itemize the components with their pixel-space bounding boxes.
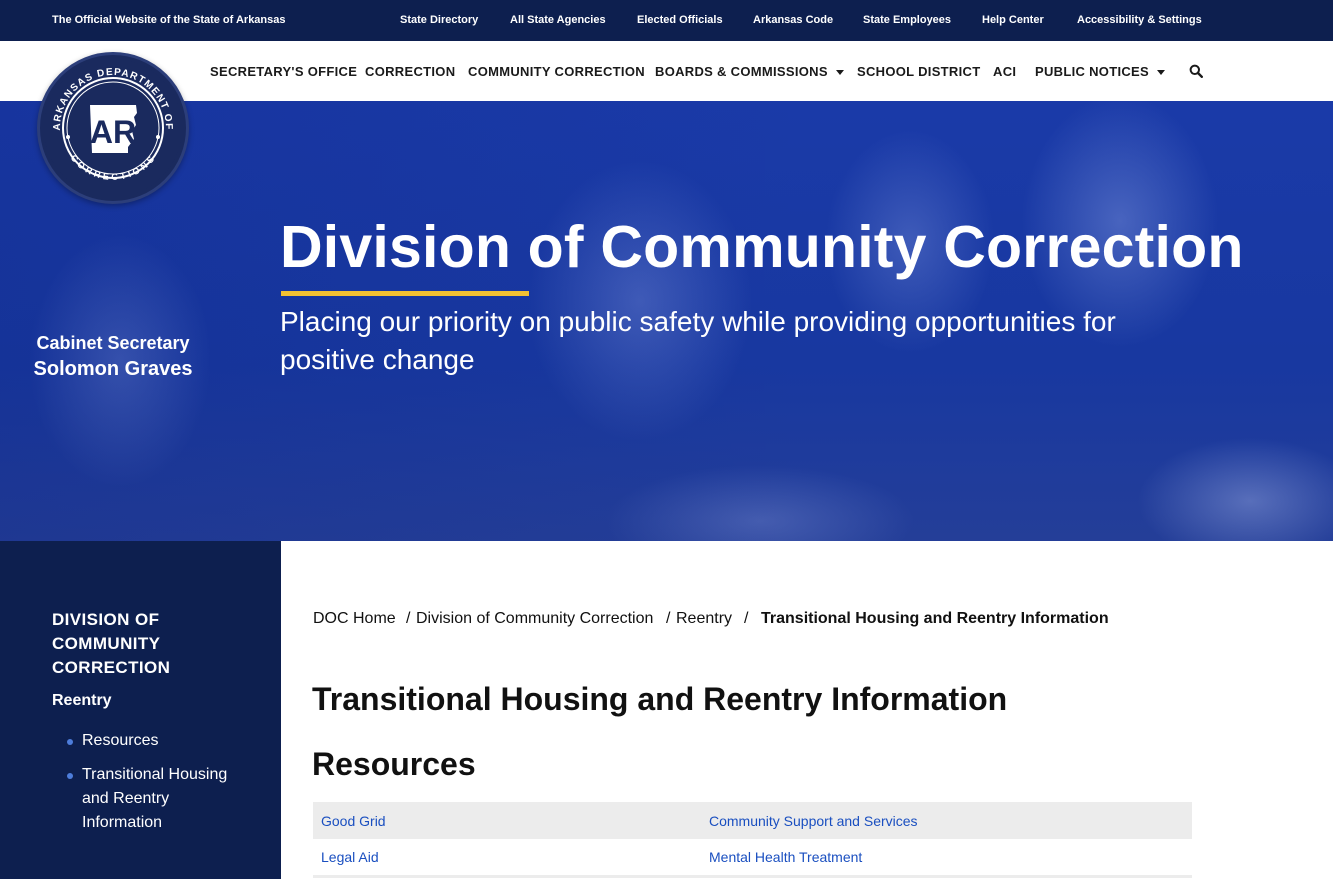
hero-banner: Division of Community Correction Placing… [0, 101, 1333, 541]
nav-label: PUBLIC NOTICES [1035, 64, 1149, 79]
resources-heading: Resources [312, 746, 476, 782]
mental-health-link[interactable]: Mental Health Treatment [709, 849, 862, 865]
community-support-link[interactable]: Community Support and Services [709, 813, 918, 829]
breadcrumb-current: Transitional Housing and Reentry Informa… [761, 610, 1109, 627]
sidebar-item-transitional-housing[interactable]: Transitional Housing and Reentry Informa… [67, 763, 252, 835]
breadcrumb-separator: / [666, 610, 671, 627]
table-cell: Legal Aid [313, 839, 701, 878]
resources-table: Good Grid Community Support and Services… [313, 802, 1192, 878]
table-cell: Community Support and Services [701, 802, 1192, 839]
elected-officials-link[interactable]: Elected Officials [637, 14, 723, 26]
good-grid-link[interactable]: Good Grid [321, 813, 386, 829]
breadcrumb-home[interactable]: DOC Home [313, 610, 396, 628]
sidebar-item-label: Transitional Housing and Reentry Informa… [82, 766, 228, 831]
nav-label: BOARDS & COMMISSIONS [655, 64, 828, 79]
legal-aid-link[interactable]: Legal Aid [321, 849, 379, 865]
svg-text:AR: AR [90, 114, 136, 150]
secretary-title: Cabinet Secretary [36, 333, 190, 353]
help-center-link[interactable]: Help Center [982, 14, 1044, 26]
hero-accent-bar [281, 291, 529, 296]
department-logo[interactable]: ARKANSAS DEPARTMENT OF CORRECTIONS AR [37, 52, 189, 204]
nav-school-district[interactable]: SCHOOL DISTRICT [857, 64, 980, 79]
nav-boards-commissions[interactable]: BOARDS & COMMISSIONS [655, 64, 844, 79]
seal-graphic: ARKANSAS DEPARTMENT OF CORRECTIONS AR [44, 59, 182, 197]
nav-label: SCHOOL DISTRICT [857, 64, 981, 79]
nav-label: ACI [993, 64, 1017, 79]
page-title: Transitional Housing and Reentry Informa… [312, 681, 1008, 717]
sidebar-heading[interactable]: DIVISION OF COMMUNITY CORRECTION [52, 608, 212, 680]
table-row: Legal Aid Mental Health Treatment [313, 839, 1192, 878]
sidebar-item-label: Resources [82, 732, 159, 749]
hero-title: Division of Community Correction [280, 214, 1244, 280]
bullet-icon [67, 773, 73, 779]
main-navigation: SECRETARY'S OFFICE CORRECTION COMMUNITY … [0, 41, 1333, 101]
accessibility-settings-link[interactable]: Accessibility & Settings [1077, 14, 1202, 26]
nav-label: CORRECTION [365, 64, 456, 79]
breadcrumb-reentry[interactable]: Reentry [676, 610, 732, 628]
cabinet-secretary: Cabinet Secretary Solomon Graves [0, 331, 226, 383]
arkansas-code-link[interactable]: Arkansas Code [753, 14, 833, 26]
breadcrumb-separator: / [406, 610, 411, 627]
nav-label: SECRETARY'S OFFICE [210, 64, 358, 79]
nav-public-notices[interactable]: PUBLIC NOTICES [1035, 64, 1165, 79]
hero-subtitle: Placing our priority on public safety wh… [280, 306, 1116, 375]
search-icon[interactable] [1189, 64, 1203, 78]
nav-label: COMMUNITY CORRECTION [468, 64, 645, 79]
nav-community-correction[interactable]: COMMUNITY CORRECTION [468, 64, 645, 79]
state-top-bar: The Official Website of the State of Ark… [0, 0, 1333, 41]
nav-correction[interactable]: CORRECTION [365, 64, 455, 79]
bullet-icon [67, 739, 73, 745]
section-sidebar: DIVISION OF COMMUNITY CORRECTION Reentry… [0, 541, 281, 879]
caret-down-icon [835, 70, 844, 76]
table-cell: Good Grid [313, 802, 701, 839]
caret-down-icon [1156, 70, 1165, 76]
sidebar-item-resources[interactable]: Resources [67, 729, 252, 753]
state-directory-link[interactable]: State Directory [400, 14, 478, 26]
nav-secretarys-office[interactable]: SECRETARY'S OFFICE [210, 64, 357, 79]
breadcrumb-division[interactable]: Division of Community Correction [416, 610, 653, 628]
nav-aci[interactable]: ACI [993, 64, 1016, 79]
state-employees-link[interactable]: State Employees [863, 14, 951, 26]
breadcrumb-separator: / [744, 610, 749, 627]
all-state-agencies-link[interactable]: All State Agencies [510, 14, 606, 26]
table-row: Good Grid Community Support and Services [313, 802, 1192, 839]
sidebar-item-reentry[interactable]: Reentry [52, 692, 112, 710]
secretary-name: Solomon Graves [33, 358, 193, 380]
official-website-label: The Official Website of the State of Ark… [52, 14, 286, 26]
table-cell: Mental Health Treatment [701, 839, 1192, 878]
